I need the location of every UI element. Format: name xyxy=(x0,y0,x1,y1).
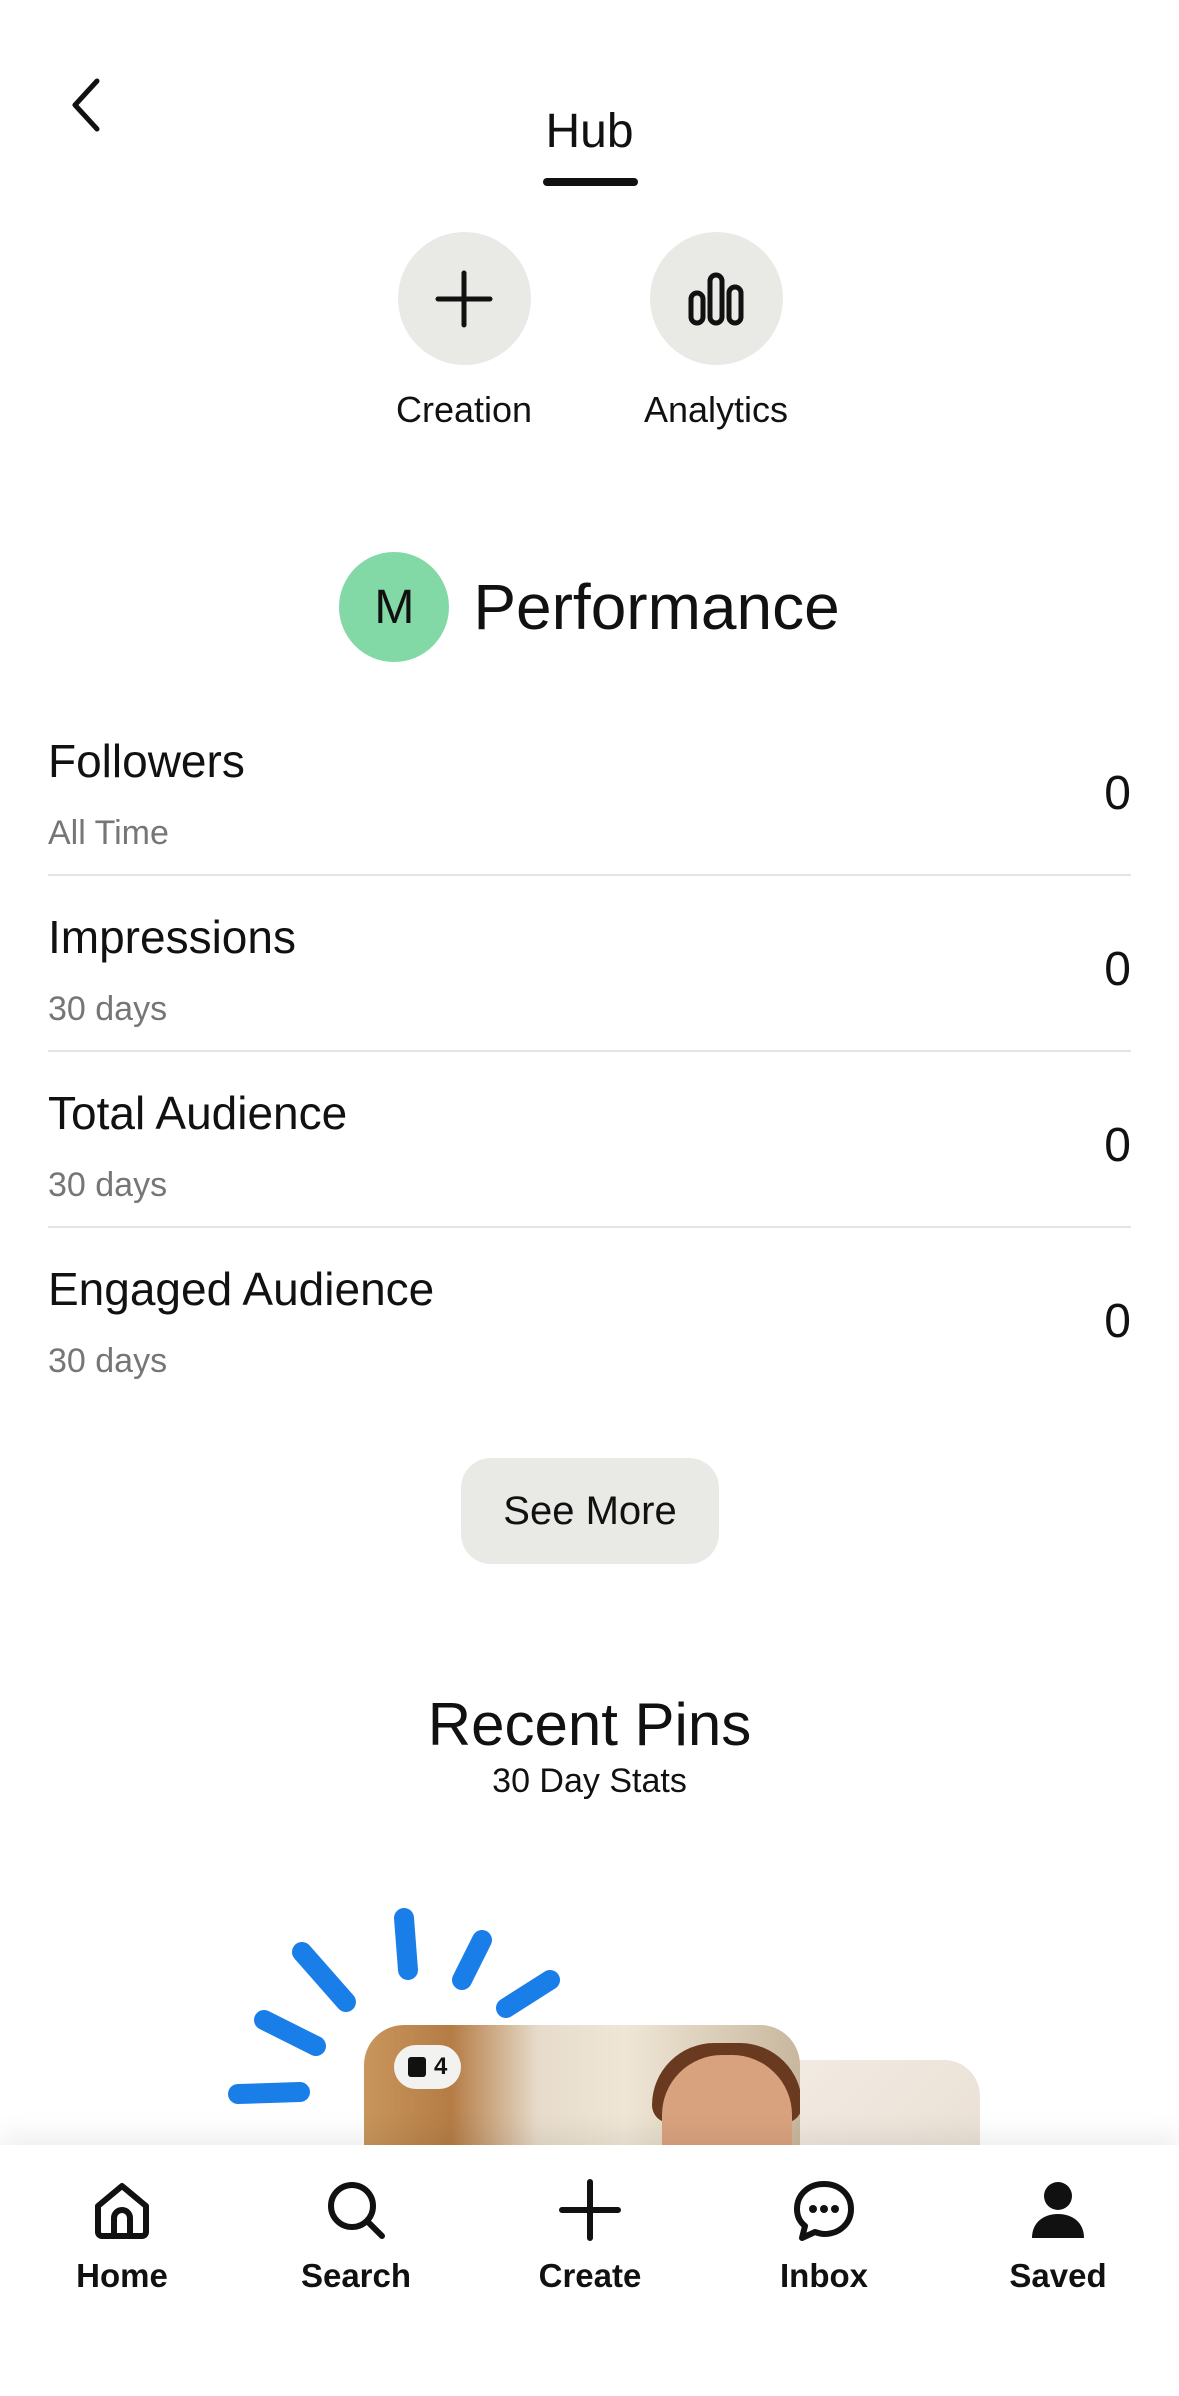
stat-name: Total Audience xyxy=(48,1087,348,1139)
nav-saved[interactable]: Saved xyxy=(958,2175,1158,2295)
nav-home[interactable]: Home xyxy=(22,2175,222,2295)
pin-count: 4 xyxy=(434,2053,448,2080)
analytics-circle xyxy=(649,232,783,365)
performance-header: M Performance xyxy=(0,552,1179,662)
see-more-button[interactable]: See More xyxy=(461,1458,719,1564)
stat-value: 0 xyxy=(1104,1295,1131,1348)
recent-pins-subtitle: 30 Day Stats xyxy=(492,1762,687,1800)
plus-icon xyxy=(435,270,493,327)
performance-title: Performance xyxy=(473,571,840,643)
nav-label: Inbox xyxy=(780,2257,868,2294)
top-bar: Hub xyxy=(0,0,1179,200)
nav-label: Saved xyxy=(1009,2257,1107,2294)
analytics-label: Analytics xyxy=(643,389,789,430)
bottom-nav: Home Search Create Inbox Saved xyxy=(0,2145,1179,2396)
stat-name: Engaged Audience xyxy=(48,1263,435,1315)
active-tab-indicator xyxy=(543,178,638,186)
stat-row-engaged-audience[interactable]: Engaged Audience 30 days 0 xyxy=(48,1228,1131,1404)
stack-icon xyxy=(408,2057,426,2077)
pin-card[interactable]: 4 xyxy=(364,2025,800,2145)
creation-button[interactable]: Creation xyxy=(364,232,564,431)
stat-row-impressions[interactable]: Impressions 30 days 0 xyxy=(48,876,1131,1052)
stat-value: 0 xyxy=(1104,1119,1131,1172)
recent-pins-illustration: 4 xyxy=(220,1900,1000,2145)
stat-period: 30 days xyxy=(48,990,168,1028)
nav-search[interactable]: Search xyxy=(256,2175,456,2295)
avatar[interactable]: M xyxy=(339,552,450,662)
stat-value: 0 xyxy=(1104,767,1131,820)
nav-inbox[interactable]: Inbox xyxy=(724,2175,924,2295)
nav-create[interactable]: Create xyxy=(490,2175,690,2295)
recent-pins-title: Recent Pins xyxy=(427,1691,752,1758)
search-icon xyxy=(321,2175,391,2245)
stat-name: Impressions xyxy=(48,911,296,963)
nav-label: Create xyxy=(538,2257,642,2294)
nav-label: Search xyxy=(300,2257,412,2294)
stat-period: 30 days xyxy=(48,1166,168,1204)
stat-value: 0 xyxy=(1104,943,1131,996)
tab-hub[interactable]: Hub xyxy=(0,104,1179,159)
pin-count-badge: 4 xyxy=(394,2045,462,2089)
stats-list: Followers All Time 0 Impressions 30 days… xyxy=(48,700,1131,1404)
nav-label: Home xyxy=(76,2257,168,2294)
stat-period: 30 days xyxy=(48,1342,168,1380)
chat-bubble-icon xyxy=(789,2175,859,2245)
plus-icon xyxy=(555,2175,625,2245)
bar-chart-icon xyxy=(688,272,744,325)
analytics-button[interactable]: Analytics xyxy=(616,232,816,431)
person-icon xyxy=(1023,2175,1093,2245)
stat-period: All Time xyxy=(48,814,169,852)
creation-label: Creation xyxy=(395,389,533,430)
stat-row-followers[interactable]: Followers All Time 0 xyxy=(48,700,1131,876)
creation-circle xyxy=(397,232,531,365)
stat-name: Followers xyxy=(48,735,245,787)
home-icon xyxy=(87,2175,157,2245)
stat-row-total-audience[interactable]: Total Audience 30 days 0 xyxy=(48,1052,1131,1228)
